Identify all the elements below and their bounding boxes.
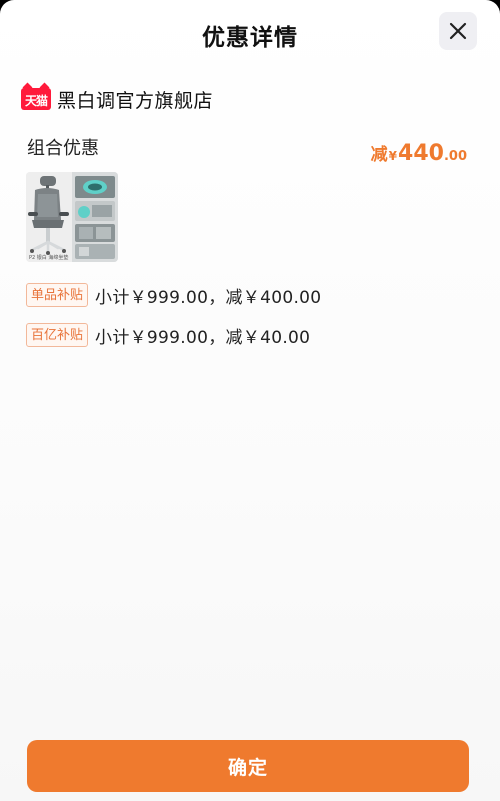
discount-currency: ¥ bbox=[388, 149, 398, 163]
combo-discount-label: 组合优惠 bbox=[27, 138, 99, 159]
office-chair-image: P2 银白 海绵坐垫 bbox=[26, 172, 118, 262]
subsidy-row: 百亿补贴 小计￥999.00，减￥40.00 bbox=[26, 322, 310, 348]
product-caption: P2 银白 海绵坐垫 bbox=[29, 254, 68, 261]
close-icon bbox=[449, 22, 467, 40]
promotion-details-sheet: 优惠详情 天猫 黑白调官方旗舰店 组合优惠 减 ¥ 440 .00 P2 银白 … bbox=[0, 0, 500, 801]
discount-amount-decimal: .00 bbox=[443, 149, 467, 164]
sheet-title: 优惠详情 bbox=[202, 25, 298, 51]
subsidy-row: 单品补贴 小计￥999.00，减￥400.00 bbox=[26, 282, 321, 308]
tmall-cat-icon: 天猫 bbox=[21, 82, 51, 110]
store-name: 黑白调官方旗舰店 bbox=[57, 89, 214, 112]
total-discount: 减 ¥ 440 .00 bbox=[371, 140, 467, 166]
subsidy-detail: 小计￥999.00，减￥400.00 bbox=[95, 287, 322, 308]
subsidy-detail: 小计￥999.00，减￥40.00 bbox=[95, 327, 311, 348]
store-row[interactable]: 天猫 黑白调官方旗舰店 bbox=[21, 82, 214, 112]
product-thumbnail[interactable]: P2 银白 海绵坐垫 bbox=[26, 172, 118, 262]
discount-amount-integer: 440 bbox=[398, 141, 444, 166]
tmall-badge-text: 天猫 bbox=[24, 94, 48, 108]
close-button[interactable] bbox=[439, 12, 477, 50]
subsidy-tag: 单品补贴 bbox=[26, 283, 89, 307]
discount-prefix: 减 bbox=[370, 145, 388, 165]
subsidy-tag: 百亿补贴 bbox=[26, 323, 89, 347]
confirm-button[interactable]: 确定 bbox=[27, 740, 469, 792]
